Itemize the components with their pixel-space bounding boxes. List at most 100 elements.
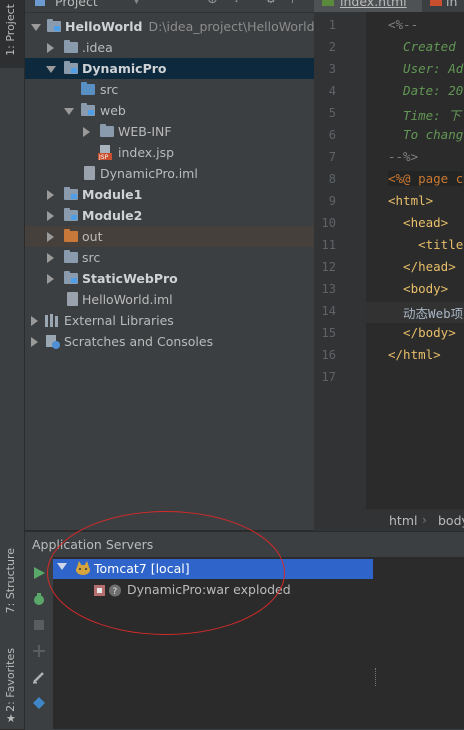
tree-row-out[interactable]: out (25, 226, 314, 247)
tree-label: HelloWorld (65, 19, 143, 34)
gear-icon[interactable]: ⚙ (265, 0, 277, 7)
chevron-right-icon[interactable] (47, 232, 54, 242)
tree-label: .idea (82, 40, 113, 55)
code-line: </head> (388, 259, 456, 274)
jsp-file-icon (430, 0, 442, 6)
line-number: 4 (328, 84, 336, 98)
project-panel: HelloWorld D:\idea_project\HelloWorld .id… (25, 0, 315, 530)
code-line: <head> (388, 215, 449, 230)
tree-row-helloworld-iml[interactable]: HelloWorld.iml (25, 289, 314, 310)
chevron-down-icon[interactable] (31, 24, 41, 31)
structure-tool-tab[interactable]: 7: Structure (4, 548, 17, 613)
tree-row-scratches[interactable]: Scratches and Consoles (25, 331, 314, 352)
stop-icon[interactable] (32, 618, 46, 632)
chevron-down-icon[interactable] (46, 66, 56, 73)
collapse-icon[interactable]: ÷ (231, 0, 242, 7)
edit-icon[interactable] (32, 670, 46, 684)
tab-label: index.html (340, 0, 407, 9)
tree-row-web[interactable]: web (25, 100, 314, 121)
tree-row-module2[interactable]: Module2 (25, 205, 314, 226)
chevron-down-icon[interactable]: ▼ (133, 0, 140, 6)
chevron-right-icon[interactable] (47, 211, 54, 221)
tree-row-index-jsp[interactable]: JSP index.jsp (25, 142, 314, 163)
line-number: 6 (328, 128, 336, 142)
deploy-icon[interactable] (32, 644, 46, 658)
chevron-down-icon[interactable] (64, 108, 74, 115)
tree-label: DynamicPro (82, 61, 167, 76)
chevron-right-icon[interactable] (83, 127, 90, 137)
tree-row-helloworld[interactable]: HelloWorld D:\idea_project\HelloWorld (25, 16, 315, 37)
library-icon (45, 314, 58, 327)
code-line: To chang (388, 127, 464, 142)
chevron-right-icon[interactable] (31, 316, 38, 326)
web-folder-icon (81, 103, 95, 116)
module-folder-icon (47, 19, 61, 32)
line-number: 10 (321, 216, 336, 230)
code-line: </html> (388, 347, 441, 362)
tree-row-external-libraries[interactable]: External Libraries (25, 310, 314, 331)
star-icon: ★ (6, 712, 16, 725)
line-number: 11 (321, 238, 336, 252)
source-folder-icon (81, 82, 95, 95)
tab-index-jsp[interactable]: in (424, 0, 464, 12)
code-line: <%@ page c (388, 171, 464, 186)
tree-row-web-inf[interactable]: WEB-INF (25, 121, 314, 142)
iml-file-icon (67, 292, 78, 306)
tree-label: Scratches and Consoles (64, 334, 214, 349)
project-panel-header: Project ▼ ⊕ ÷ ⚙ ⊢ (25, 0, 314, 13)
folder-icon (64, 250, 78, 263)
iml-file-icon (84, 166, 95, 180)
code-line: --%> (388, 149, 419, 164)
tree-row-src[interactable]: src (25, 79, 314, 100)
module-folder-icon (64, 208, 78, 221)
line-number: 7 (328, 150, 336, 164)
line-number: 13 (321, 282, 336, 296)
project-tool-tab-label: 1: Project (4, 4, 17, 56)
splitter-handle[interactable] (375, 668, 378, 686)
line-number: 16 (321, 348, 336, 362)
locate-icon[interactable]: ⊕ (207, 0, 218, 7)
tree-label: External Libraries (64, 313, 174, 328)
tree-label: WEB-INF (118, 124, 172, 139)
tree-label: src (82, 250, 101, 265)
project-tool-tab[interactable]: 1: Project (0, 0, 24, 68)
tree-label: StaticWebPro (82, 271, 178, 286)
project-panel-title[interactable]: Project (55, 0, 98, 9)
code-editor[interactable]: <%-- Created User: Ad Date: 20 Time: 下 T… (366, 12, 464, 509)
module-folder-icon (64, 271, 78, 284)
tree-row-staticwebpro[interactable]: StaticWebPro (25, 268, 314, 289)
code-line: </body> (388, 325, 456, 340)
code-line: User: Ad (388, 61, 464, 76)
tab-index-html[interactable]: index.html ✕ (314, 0, 422, 12)
breadcrumb-item[interactable]: body (438, 513, 464, 528)
tree-row-idea[interactable]: .idea (25, 37, 314, 58)
chevron-right-icon[interactable] (47, 274, 54, 284)
svg-text:JSP: JSP (98, 154, 109, 160)
chevron-right-icon[interactable] (47, 253, 54, 263)
tree-row-src-root[interactable]: src (25, 247, 314, 268)
artifacts-icon[interactable] (32, 696, 46, 710)
tree-row-dynamicpro-iml[interactable]: DynamicPro.iml (25, 163, 314, 184)
favorites-tool-tab[interactable]: 2: Favorites (4, 648, 17, 712)
tree-label: Module2 (82, 208, 143, 223)
hide-icon[interactable]: ⊢ (291, 0, 302, 7)
chevron-right-icon[interactable] (31, 337, 38, 347)
close-icon[interactable]: ✕ (408, 0, 416, 4)
chevron-right-icon[interactable] (47, 190, 54, 200)
tree-label: index.jsp (118, 145, 175, 160)
breadcrumb-separator-icon: › (422, 512, 427, 527)
debug-icon[interactable] (32, 592, 46, 606)
chevron-right-icon[interactable] (47, 43, 54, 53)
run-icon[interactable] (32, 566, 46, 580)
line-number: 9 (328, 194, 336, 208)
tree-row-module1[interactable]: Module1 (25, 184, 314, 205)
excluded-folder-icon (64, 229, 78, 242)
line-number: 1 (328, 18, 336, 32)
breadcrumb-item[interactable]: html (389, 513, 417, 528)
tree-label: Module1 (82, 187, 143, 202)
code-line: <html> (388, 193, 434, 208)
tree-row-dynamicpro[interactable]: DynamicPro (25, 58, 314, 79)
code-line: Time: 下 (388, 108, 461, 123)
module-folder-icon (64, 61, 78, 74)
annotation-ellipse (47, 511, 285, 635)
